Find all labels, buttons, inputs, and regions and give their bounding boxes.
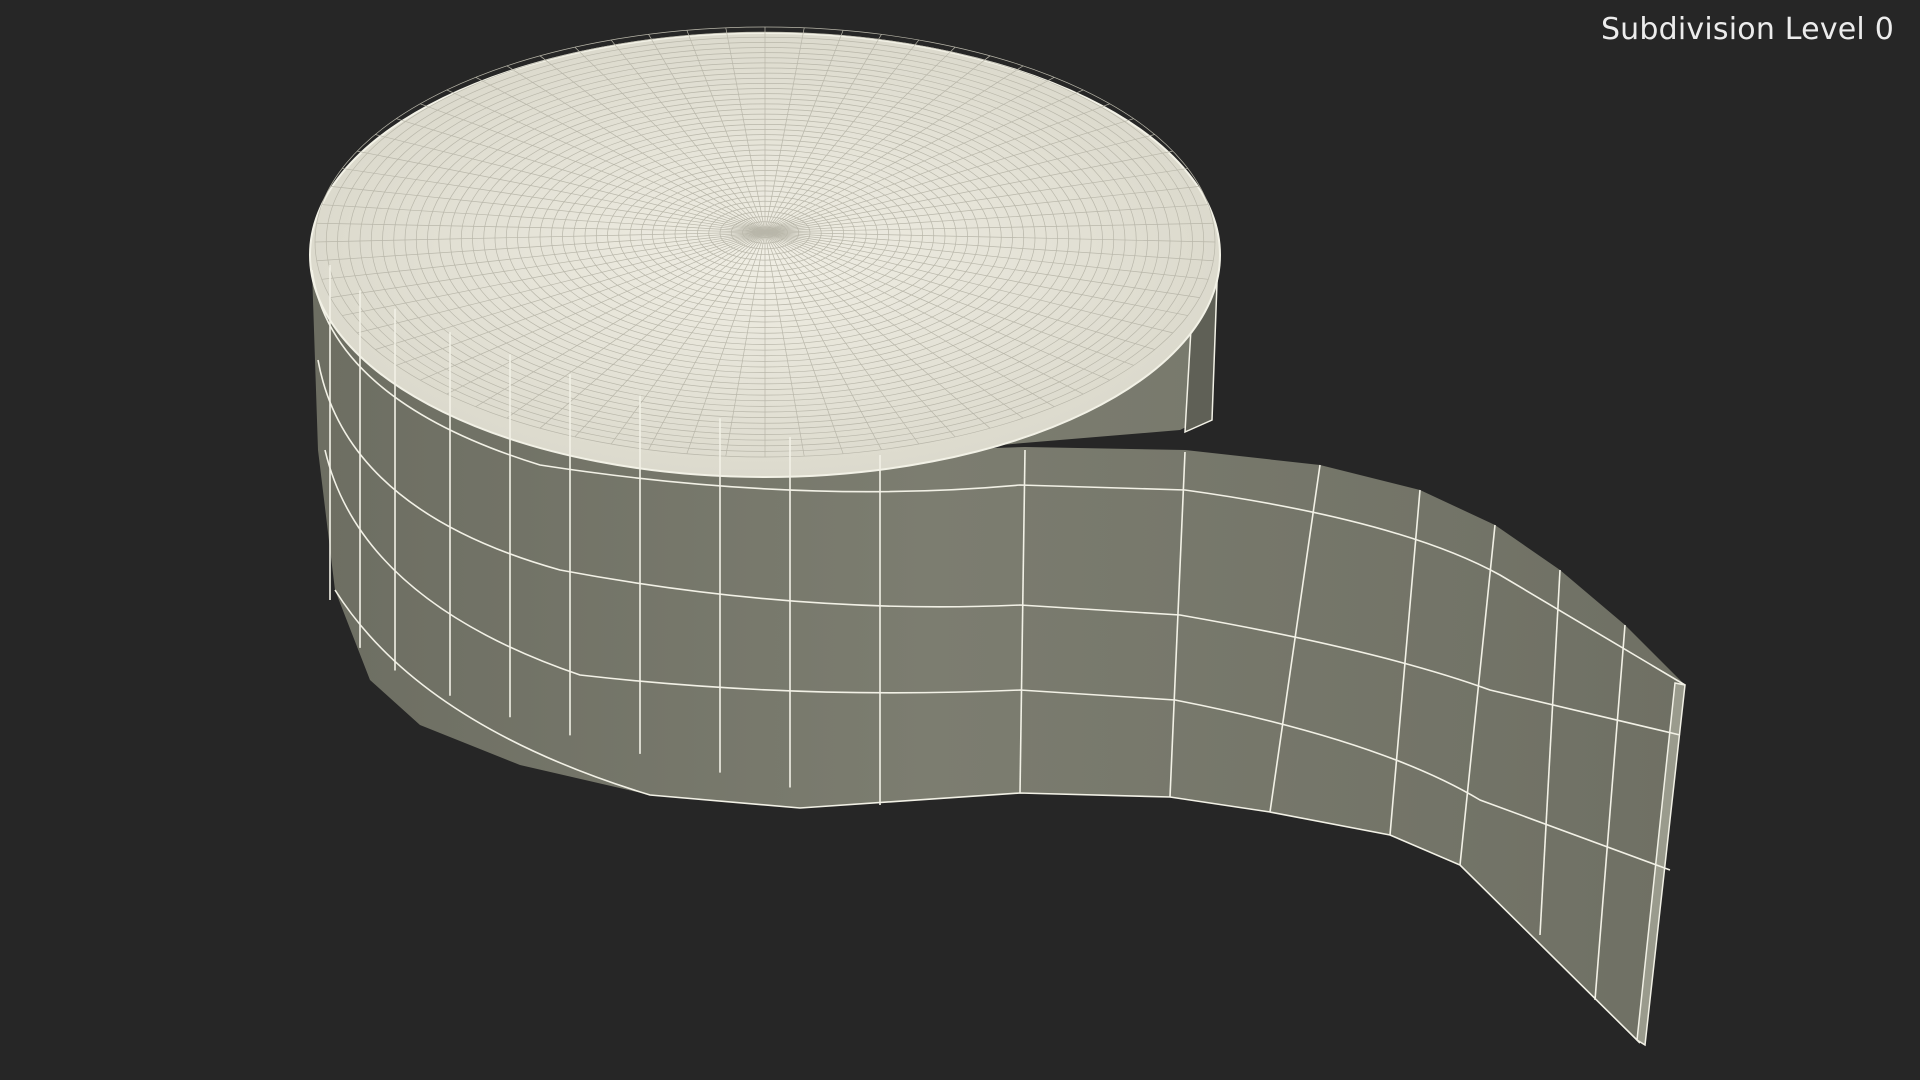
subdivision-level-label: Subdivision Level 0 (1600, 12, 1894, 47)
tape-roll-render (309, 26, 1686, 1047)
viewport-3d[interactable]: Subdivision Level 0 (0, 0, 1920, 1080)
